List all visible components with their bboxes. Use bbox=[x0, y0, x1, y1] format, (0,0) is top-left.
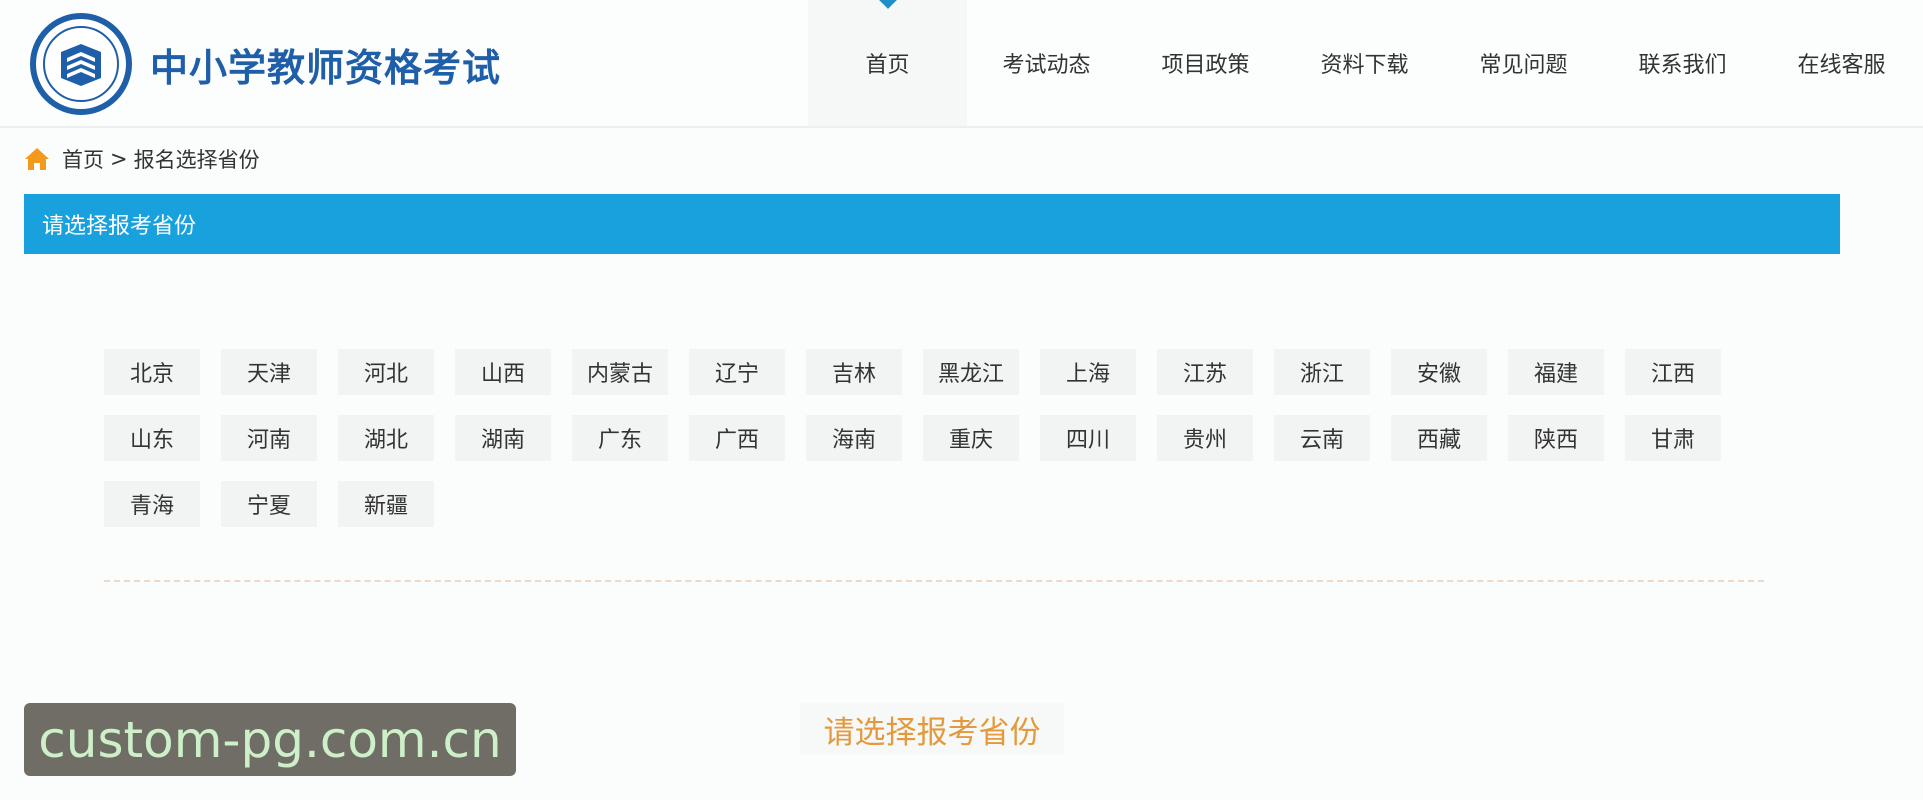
active-pointer-icon bbox=[877, 0, 898, 9]
nav-item-downloads[interactable]: 资料下载 bbox=[1285, 0, 1444, 126]
watermark: custom-pg.com.cn bbox=[24, 703, 516, 776]
province-button[interactable]: 海南 bbox=[806, 415, 902, 461]
province-button[interactable]: 吉林 bbox=[806, 349, 902, 395]
province-button[interactable]: 黑龙江 bbox=[923, 349, 1019, 395]
breadcrumb-home-link[interactable]: 首页 bbox=[62, 144, 104, 174]
nav-item-label: 考试动态 bbox=[1002, 53, 1091, 78]
province-row: 青海 宁夏 新疆 bbox=[104, 481, 1804, 547]
province-button[interactable]: 陕西 bbox=[1508, 415, 1604, 461]
nav-item-exam-news[interactable]: 考试动态 bbox=[967, 0, 1126, 126]
nav-item-label: 首页 bbox=[865, 53, 910, 78]
select-province-prompt: 请选择报考省份 bbox=[800, 703, 1064, 755]
province-row: 山东 河南 湖北 湖南 广东 广西 海南 重庆 四川 贵州 云南 西藏 陕西 甘… bbox=[104, 415, 1804, 481]
province-button[interactable]: 山东 bbox=[104, 415, 200, 461]
province-button[interactable]: 贵州 bbox=[1157, 415, 1253, 461]
nav-item-contact[interactable]: 联系我们 bbox=[1603, 0, 1762, 126]
province-button[interactable]: 重庆 bbox=[923, 415, 1019, 461]
province-button[interactable]: 宁夏 bbox=[221, 481, 317, 527]
nav-item-faq[interactable]: 常见问题 bbox=[1444, 0, 1603, 126]
province-row: 北京 天津 河北 山西 内蒙古 辽宁 吉林 黑龙江 上海 江苏 浙江 安徽 福建… bbox=[104, 349, 1804, 415]
main-nav: 首页 考试动态 项目政策 资料下载 常见问题 联系我们 在线客服 bbox=[808, 0, 1921, 126]
province-button[interactable]: 北京 bbox=[104, 349, 200, 395]
province-button[interactable]: 云南 bbox=[1274, 415, 1370, 461]
province-button[interactable]: 广东 bbox=[572, 415, 668, 461]
province-button[interactable]: 河北 bbox=[338, 349, 434, 395]
nav-item-home[interactable]: 首页 bbox=[808, 0, 967, 126]
province-button[interactable]: 天津 bbox=[221, 349, 317, 395]
province-button[interactable]: 西藏 bbox=[1391, 415, 1487, 461]
province-button[interactable]: 浙江 bbox=[1274, 349, 1370, 395]
site-title: 中小学教师资格考试 bbox=[150, 45, 502, 90]
province-button[interactable]: 甘肃 bbox=[1625, 415, 1721, 461]
breadcrumb: 首页 > 报名选择省份 bbox=[24, 144, 260, 174]
province-button[interactable]: 上海 bbox=[1040, 349, 1136, 395]
province-button[interactable]: 青海 bbox=[104, 481, 200, 527]
nav-item-label: 资料下载 bbox=[1320, 53, 1409, 78]
nav-item-label: 项目政策 bbox=[1161, 53, 1250, 78]
province-button[interactable]: 广西 bbox=[689, 415, 785, 461]
nav-item-label: 在线客服 bbox=[1797, 53, 1886, 78]
province-button[interactable]: 福建 bbox=[1508, 349, 1604, 395]
province-button[interactable]: 江苏 bbox=[1157, 349, 1253, 395]
logo-emblem-icon bbox=[30, 13, 132, 115]
province-button[interactable]: 辽宁 bbox=[689, 349, 785, 395]
province-button[interactable]: 山西 bbox=[455, 349, 551, 395]
breadcrumb-current: 报名选择省份 bbox=[133, 148, 260, 172]
section-title-bar: 请选择报考省份 bbox=[24, 194, 1840, 254]
nav-item-label: 联系我们 bbox=[1638, 53, 1727, 78]
home-icon[interactable] bbox=[24, 147, 50, 171]
province-button[interactable]: 四川 bbox=[1040, 415, 1136, 461]
breadcrumb-separator: > bbox=[110, 147, 128, 171]
province-grid: 北京 天津 河北 山西 内蒙古 辽宁 吉林 黑龙江 上海 江苏 浙江 安徽 福建… bbox=[104, 349, 1804, 547]
site-logo[interactable]: 中小学教师资格考试 bbox=[30, 13, 502, 115]
province-button[interactable]: 安徽 bbox=[1391, 349, 1487, 395]
province-button[interactable]: 新疆 bbox=[338, 481, 434, 527]
province-button[interactable]: 湖南 bbox=[455, 415, 551, 461]
province-button[interactable]: 江西 bbox=[1625, 349, 1721, 395]
province-button[interactable]: 内蒙古 bbox=[572, 349, 668, 395]
nav-item-policies[interactable]: 项目政策 bbox=[1126, 0, 1285, 126]
site-header: 中小学教师资格考试 首页 考试动态 项目政策 资料下载 常见问题 联系我们 在线… bbox=[0, 0, 1923, 128]
nav-item-online-service[interactable]: 在线客服 bbox=[1762, 0, 1921, 126]
nav-item-label: 常见问题 bbox=[1479, 53, 1568, 78]
province-button[interactable]: 湖北 bbox=[338, 415, 434, 461]
section-title: 请选择报考省份 bbox=[42, 214, 197, 239]
province-button[interactable]: 河南 bbox=[221, 415, 317, 461]
dashed-divider bbox=[104, 580, 1764, 582]
